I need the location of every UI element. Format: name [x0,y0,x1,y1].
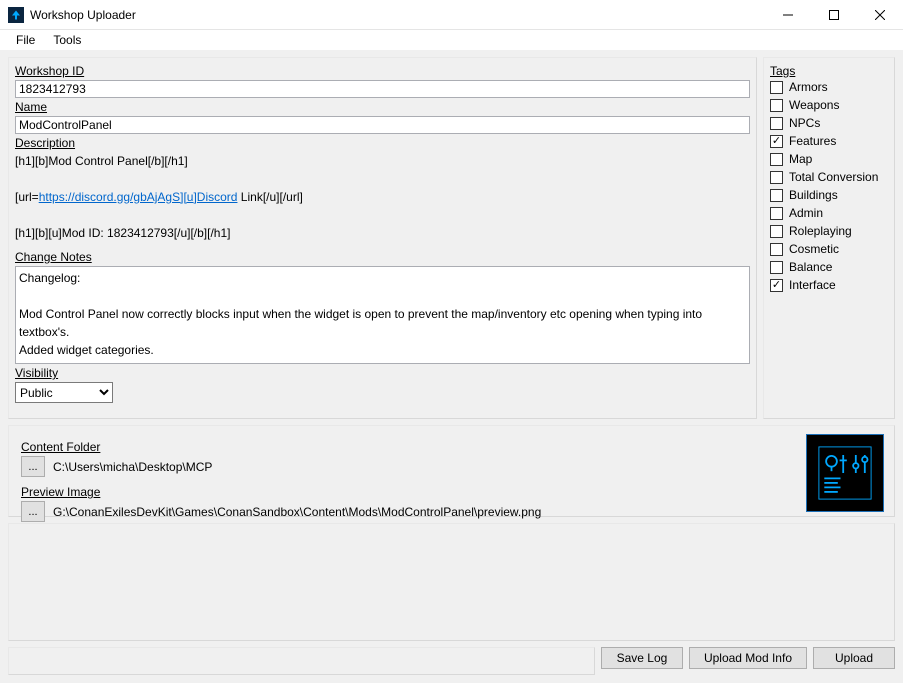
content-folder-browse-button[interactable]: ... [21,456,45,477]
change-notes-input[interactable] [15,266,750,364]
content-area: Workshop ID Name Description [h1][b]Mod … [0,50,903,683]
tag-checkbox-features[interactable] [770,135,783,148]
tag-label: Roleplaying [789,224,852,238]
tag-checkbox-interface[interactable] [770,279,783,292]
tag-row-roleplaying: Roleplaying [770,224,888,238]
content-folder-path: C:\Users\micha\Desktop\MCP [53,460,212,474]
tag-label: Features [789,134,836,148]
tag-checkbox-balance[interactable] [770,261,783,274]
visibility-label: Visibility [15,366,750,380]
tag-label: Buildings [789,188,838,202]
tag-row-total-conversion: Total Conversion [770,170,888,184]
content-folder-label: Content Folder [21,440,796,454]
tag-label: Cosmetic [789,242,839,256]
close-button[interactable] [857,0,903,29]
tag-checkbox-cosmetic[interactable] [770,243,783,256]
tag-label: Balance [789,260,832,274]
main-form-panel: Workshop ID Name Description [h1][b]Mod … [8,57,757,419]
tag-label: Map [789,152,812,166]
tag-row-buildings: Buildings [770,188,888,202]
tag-row-admin: Admin [770,206,888,220]
menu-tools[interactable]: Tools [45,31,89,49]
name-input[interactable] [15,116,750,134]
workshop-id-label: Workshop ID [15,64,750,78]
tag-row-balance: Balance [770,260,888,274]
tag-row-weapons: Weapons [770,98,888,112]
log-panel [8,523,895,641]
change-notes-label: Change Notes [15,250,750,264]
save-log-button[interactable]: Save Log [601,647,683,669]
tag-checkbox-weapons[interactable] [770,99,783,112]
tag-checkbox-admin[interactable] [770,207,783,220]
status-area [8,647,595,675]
tag-row-npcs: NPCs [770,116,888,130]
bottom-bar: Save Log Upload Mod Info Upload [8,647,895,675]
tag-label: Admin [789,206,823,220]
tag-row-map: Map [770,152,888,166]
tag-row-interface: Interface [770,278,888,292]
maximize-button[interactable] [811,0,857,29]
tag-label: Interface [789,278,836,292]
tag-checkbox-total-conversion[interactable] [770,171,783,184]
tag-checkbox-armors[interactable] [770,81,783,94]
name-label: Name [15,100,750,114]
menu-file[interactable]: File [8,31,43,49]
upload-button[interactable]: Upload [813,647,895,669]
preview-image-browse-button[interactable]: ... [21,501,45,522]
tags-list: Armors Weapons NPCs Features Map Total Conver… [770,80,888,292]
tag-checkbox-npcs[interactable] [770,117,783,130]
title-bar: Workshop Uploader [0,0,903,30]
tag-checkbox-map[interactable] [770,153,783,166]
tag-row-armors: Armors [770,80,888,94]
tag-checkbox-buildings[interactable] [770,189,783,202]
preview-thumbnail [806,434,884,512]
tag-label: Weapons [789,98,839,112]
description-input[interactable]: [h1][b]Mod Control Panel[/b][/h1] [url=h… [15,152,750,248]
tag-label: NPCs [789,116,820,130]
tags-label: Tags [770,64,888,78]
preview-image-path: G:\ConanExilesDevKit\Games\ConanSandbox\… [53,505,541,519]
preview-image-label: Preview Image [21,485,796,499]
workshop-id-input[interactable] [15,80,750,98]
tag-row-features: Features [770,134,888,148]
paths-panel: Content Folder ... C:\Users\micha\Deskto… [8,425,895,517]
tag-label: Armors [789,80,828,94]
description-label: Description [15,136,750,150]
window-title: Workshop Uploader [30,8,765,22]
tag-row-cosmetic: Cosmetic [770,242,888,256]
tag-checkbox-roleplaying[interactable] [770,225,783,238]
app-icon [8,7,24,23]
tags-panel: Tags Armors Weapons NPCs Features Map Total C… [763,57,895,419]
tag-label: Total Conversion [789,170,878,184]
upload-mod-info-button[interactable]: Upload Mod Info [689,647,807,669]
visibility-select[interactable]: Public [15,382,113,403]
minimize-button[interactable] [765,0,811,29]
menu-bar: File Tools [0,30,903,50]
description-discord-link[interactable]: https://discord.gg/gbAjAgS][u]Discord [39,190,238,204]
